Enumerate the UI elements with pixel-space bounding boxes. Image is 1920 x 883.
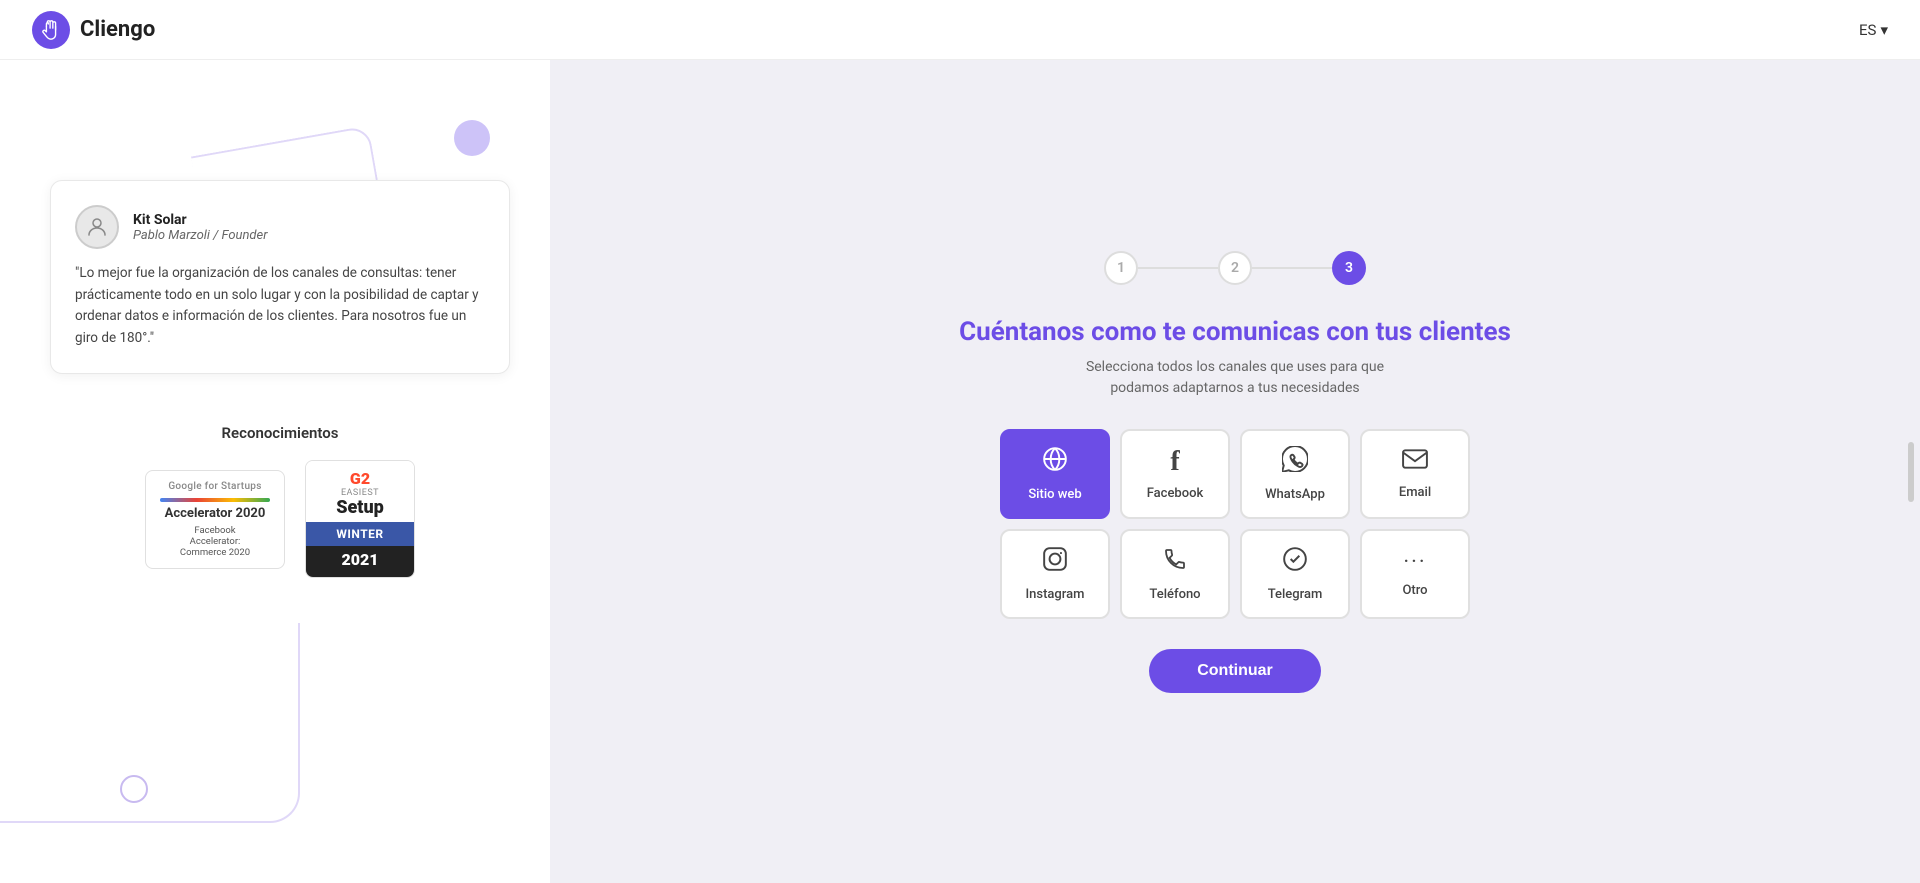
channel-label-email: Email bbox=[1399, 485, 1431, 500]
logo-icon bbox=[32, 11, 70, 49]
channel-telegram[interactable]: Telegram bbox=[1240, 529, 1350, 619]
sub-heading: Selecciona todos los canales que uses pa… bbox=[1086, 357, 1384, 399]
main-layout: Kit Solar Pablo Marzoli / Founder "Lo me… bbox=[0, 60, 1920, 883]
scrollbar bbox=[1908, 442, 1914, 502]
chevron-down-icon: ▾ bbox=[1880, 21, 1888, 39]
language-selector[interactable]: ES ▾ bbox=[1859, 21, 1888, 39]
step-indicator: 1 2 3 bbox=[1104, 251, 1366, 285]
channel-facebook[interactable]: f Facebook bbox=[1120, 429, 1230, 519]
g2-main: Setup bbox=[314, 498, 406, 518]
channel-label-sitio-web: Sitio web bbox=[1028, 487, 1081, 502]
more-icon: ··· bbox=[1403, 550, 1426, 575]
header: Cliengo ES ▾ bbox=[0, 0, 1920, 60]
step-3: 3 bbox=[1332, 251, 1366, 285]
avatar bbox=[75, 205, 119, 249]
main-heading: Cuéntanos como te comunicas con tus clie… bbox=[959, 317, 1511, 347]
recognitions-title: Reconocimientos bbox=[50, 424, 510, 442]
channel-email[interactable]: Email bbox=[1360, 429, 1470, 519]
channel-sitio-web[interactable]: Sitio web bbox=[1000, 429, 1110, 519]
logo-text: Cliengo bbox=[80, 17, 155, 42]
g2-year: 2021 bbox=[306, 546, 414, 577]
channel-otro[interactable]: ··· Otro bbox=[1360, 529, 1470, 619]
left-panel: Kit Solar Pablo Marzoli / Founder "Lo me… bbox=[0, 60, 550, 883]
step-line-1 bbox=[1138, 267, 1218, 269]
telegram-icon bbox=[1282, 546, 1308, 579]
author-name: Kit Solar bbox=[133, 212, 268, 228]
author-role: Pablo Marzoli / Founder bbox=[133, 228, 268, 243]
channel-grid: Sitio web f Facebook WhatsApp bbox=[1000, 429, 1470, 619]
g2-badge: G2 Easiest Setup WINTER 2021 bbox=[305, 460, 415, 578]
google-badge: Google for Startups Accelerator 2020 Fac… bbox=[145, 470, 285, 569]
channel-label-instagram: Instagram bbox=[1025, 587, 1084, 602]
whatsapp-icon bbox=[1282, 446, 1308, 479]
channel-telefono[interactable]: Teléfono bbox=[1120, 529, 1230, 619]
testimonial-text: "Lo mejor fue la organización de los can… bbox=[75, 263, 485, 349]
right-panel: 1 2 3 Cuéntanos como te comunicas con tu… bbox=[550, 60, 1920, 883]
channel-label-telegram: Telegram bbox=[1268, 587, 1323, 602]
step-1: 1 bbox=[1104, 251, 1138, 285]
instagram-icon bbox=[1042, 546, 1068, 579]
testimonial-card: Kit Solar Pablo Marzoli / Founder "Lo me… bbox=[50, 180, 510, 374]
channel-whatsapp[interactable]: WhatsApp bbox=[1240, 429, 1350, 519]
continue-button[interactable]: Continuar bbox=[1149, 649, 1321, 693]
badges-row: Google for Startups Accelerator 2020 Fac… bbox=[50, 460, 510, 578]
google-badge-sub: Facebook Accelerator: Commerce 2020 bbox=[160, 525, 270, 558]
channel-label-whatsapp: WhatsApp bbox=[1265, 487, 1325, 502]
facebook-icon: f bbox=[1170, 446, 1179, 478]
logo: Cliengo bbox=[32, 11, 155, 49]
language-label: ES bbox=[1859, 21, 1876, 39]
google-badge-line1: Google for Startups bbox=[160, 481, 270, 492]
email-icon bbox=[1402, 447, 1428, 477]
google-badge-title: Accelerator 2020 bbox=[160, 506, 270, 521]
channel-instagram[interactable]: Instagram bbox=[1000, 529, 1110, 619]
channel-label-telefono: Teléfono bbox=[1149, 587, 1200, 602]
g2-badge-top: G2 Easiest Setup bbox=[306, 461, 414, 522]
google-stripe bbox=[160, 498, 270, 502]
recognitions-section: Reconocimientos Google for Startups Acce… bbox=[50, 424, 510, 578]
g2-bottom: WINTER bbox=[306, 522, 414, 546]
deco-circle-top bbox=[454, 120, 490, 156]
web-icon bbox=[1042, 446, 1068, 479]
deco-line2 bbox=[0, 623, 300, 823]
channel-label-otro: Otro bbox=[1402, 583, 1427, 598]
testimonial-author: Kit Solar Pablo Marzoli / Founder bbox=[75, 205, 485, 249]
author-info: Kit Solar Pablo Marzoli / Founder bbox=[133, 212, 268, 243]
g2-logo: G2 bbox=[314, 469, 406, 488]
step-line-2 bbox=[1252, 267, 1332, 269]
channel-label-facebook: Facebook bbox=[1147, 486, 1204, 501]
step-2: 2 bbox=[1218, 251, 1252, 285]
phone-icon bbox=[1163, 546, 1187, 579]
